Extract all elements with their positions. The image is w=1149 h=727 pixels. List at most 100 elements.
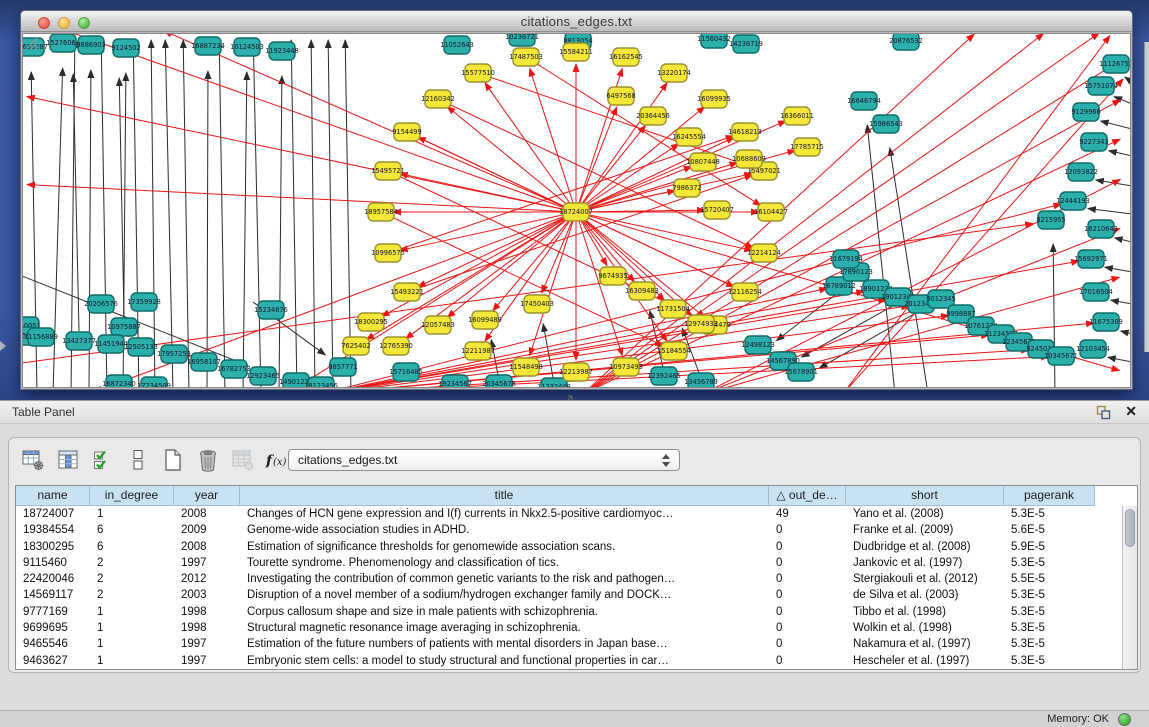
graph-node[interactable]: 20206576 xyxy=(84,295,118,313)
graph-edge[interactable] xyxy=(530,68,576,212)
graph-node[interactable]: 12057483 xyxy=(421,316,455,334)
graph-node[interactable]: 17957253 xyxy=(157,345,191,363)
graph-node[interactable]: 11923448 xyxy=(265,42,299,60)
graph-edge[interactable] xyxy=(279,76,282,388)
graph-edge[interactable] xyxy=(73,74,79,331)
table-selector-dropdown[interactable]: citations_edges.txt xyxy=(288,449,680,471)
graph-edge[interactable] xyxy=(253,40,261,388)
graph-node[interactable]: 16366011 xyxy=(780,107,814,125)
graph-edge[interactable] xyxy=(1125,77,1131,82)
table-row[interactable]: 911546021997Tourette syndrome. Phenomeno… xyxy=(16,555,1137,571)
window-close-button[interactable] xyxy=(38,17,50,29)
graph-node[interactable]: 16309483 xyxy=(625,282,659,300)
graph-node[interactable]: 20345678 xyxy=(482,375,516,388)
graph-node[interactable]: 16099489 xyxy=(468,311,502,329)
graph-node[interactable]: 12974933 xyxy=(684,315,718,333)
graph-node[interactable]: 11548498 xyxy=(509,358,543,376)
graph-node[interactable]: 12498123 xyxy=(741,336,775,354)
graph-node[interactable]: 7625402 xyxy=(341,337,370,355)
graph-edge[interactable] xyxy=(1088,208,1131,214)
graph-edge[interactable] xyxy=(311,40,315,388)
graph-node[interactable]: 10688609 xyxy=(732,150,766,168)
graph-edge[interactable] xyxy=(438,99,753,248)
graph-node[interactable]: 12213987 xyxy=(559,363,593,381)
graph-node[interactable]: 20876532 xyxy=(889,34,923,50)
graph-node[interactable]: 8215955 xyxy=(1036,211,1065,229)
graph-edge[interactable] xyxy=(119,78,124,317)
create-column-button[interactable] xyxy=(159,447,187,473)
graph-node[interactable]: 14236719 xyxy=(729,35,763,53)
show-columns-button[interactable] xyxy=(54,447,82,473)
graph-edge[interactable] xyxy=(491,340,499,380)
graph-node[interactable]: 15986543 xyxy=(869,115,903,133)
graph-node[interactable]: 11451944 xyxy=(94,335,128,353)
graph-edge[interactable] xyxy=(418,212,576,287)
graph-node[interactable]: 17234509 xyxy=(137,377,171,388)
graph-node[interactable]: 16162545 xyxy=(609,48,643,66)
window-resize-grip[interactable] xyxy=(23,34,39,50)
table-row[interactable]: 1830029562008Estimation of significance … xyxy=(16,539,1137,555)
delete-columns-button[interactable] xyxy=(194,447,222,473)
graph-edge[interactable] xyxy=(576,107,617,212)
graph-node[interactable]: 15493221 xyxy=(390,283,424,301)
graph-node[interactable]: 10996575 xyxy=(371,244,405,262)
graph-node[interactable]: 11675309 xyxy=(1089,313,1123,331)
graph-node[interactable]: 15577510 xyxy=(461,64,495,82)
import-table-button[interactable] xyxy=(229,447,257,473)
graph-node[interactable]: 10124503 xyxy=(230,38,264,56)
graph-node[interactable]: 16245554 xyxy=(672,128,706,146)
graph-edge[interactable] xyxy=(1101,121,1131,129)
graph-node[interactable]: 18957584 xyxy=(364,203,398,221)
graph-node[interactable]: 17016504 xyxy=(1079,283,1113,301)
graph-edge[interactable] xyxy=(1114,97,1131,104)
graph-node[interactable]: 15720407 xyxy=(700,201,734,219)
column-header-1[interactable]: in_degree xyxy=(90,486,174,506)
graph-node[interactable]: 11156889 xyxy=(24,328,58,346)
column-header-5[interactable]: short xyxy=(846,486,1004,506)
float-panel-icon[interactable] xyxy=(1096,405,1111,420)
column-header-3[interactable]: title xyxy=(240,486,769,506)
graph-node[interactable]: 15276064 xyxy=(46,34,80,52)
table-row[interactable]: 1456911722003Disruption of a novel membe… xyxy=(16,587,1137,603)
graph-node[interactable]: 12923465 xyxy=(246,367,280,385)
graph-node[interactable]: 15184554 xyxy=(657,342,691,360)
graph-node[interactable]: 16958107 xyxy=(187,353,221,371)
graph-node[interactable]: 9227343 xyxy=(1079,133,1108,151)
graph-node[interactable]: 12765390 xyxy=(379,337,413,355)
table-row[interactable]: 969969511998Structural magnetic resonanc… xyxy=(16,620,1137,636)
graph-node[interactable]: 10345671 xyxy=(1044,347,1078,365)
table-scrollbar-thumb[interactable] xyxy=(1125,509,1135,547)
graph-node[interactable]: 10975887 xyxy=(107,318,141,336)
graph-node[interactable]: 9857771 xyxy=(328,358,357,376)
column-header-2[interactable]: year xyxy=(174,486,240,506)
graph-node[interactable]: 11560432 xyxy=(697,34,731,48)
graph-node[interactable]: 20364456 xyxy=(636,107,670,125)
graph-node[interactable]: 13220174 xyxy=(657,64,691,82)
graph-edge[interactable] xyxy=(27,96,576,212)
column-header-4[interactable]: △ out_de… xyxy=(769,486,846,506)
table-row[interactable]: 977716911998Corpus callosum shape and si… xyxy=(16,604,1137,620)
graph-node[interactable]: 16099935 xyxy=(697,90,731,108)
graph-edge[interactable] xyxy=(447,212,576,317)
graph-node[interactable]: 13427377 xyxy=(62,332,96,350)
graph-node[interactable]: 11731504 xyxy=(656,300,690,318)
graph-node[interactable]: 17450403 xyxy=(520,295,554,313)
graph-node[interactable]: 17487503 xyxy=(509,48,543,66)
row-height-button[interactable] xyxy=(124,447,152,473)
graph-node[interactable]: 15234876 xyxy=(254,301,288,319)
graph-edge[interactable] xyxy=(207,71,208,388)
graph-node[interactable]: 12093822 xyxy=(1064,163,1098,181)
graph-node[interactable]: 11052643 xyxy=(440,36,474,54)
graph-edge[interactable] xyxy=(183,40,189,388)
table-scrollbar[interactable] xyxy=(1122,506,1137,669)
network-canvas[interactable]: 1065328715276064988690391245021688723410… xyxy=(22,33,1131,388)
graph-node[interactable]: 6497568 xyxy=(606,87,635,105)
graph-node[interactable]: 16887234 xyxy=(191,37,225,55)
graph-edge[interactable] xyxy=(1108,357,1131,362)
window-minimize-button[interactable] xyxy=(58,17,70,29)
graph-node[interactable]: 10236721 xyxy=(505,34,539,46)
graph-node[interactable]: 10973493 xyxy=(609,358,643,376)
network-graph[interactable]: 1065328715276064988690391245021688723410… xyxy=(23,34,1131,388)
select-columns-button[interactable] xyxy=(89,447,117,473)
graph-node[interactable]: 12160342 xyxy=(421,90,455,108)
